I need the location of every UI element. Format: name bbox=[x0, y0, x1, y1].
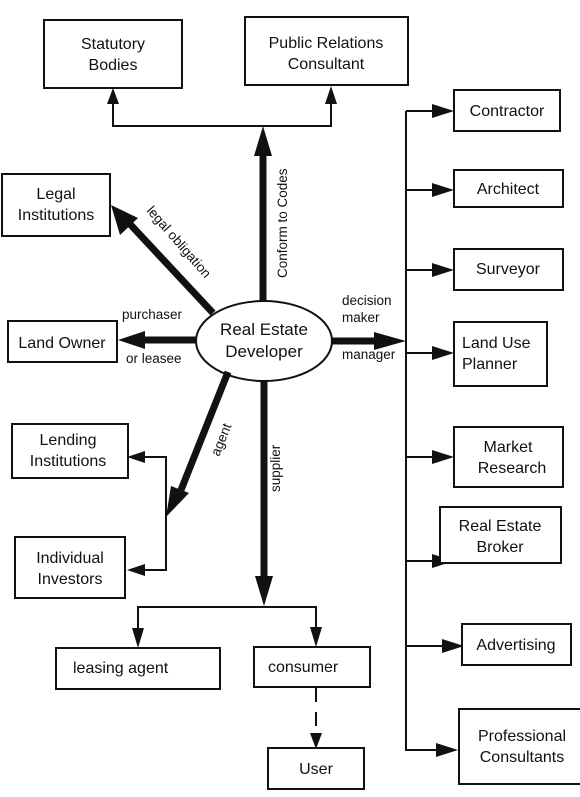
edge-label-maker: maker bbox=[342, 310, 380, 325]
edge-consumer-to-user bbox=[310, 688, 322, 749]
edge-agent: agent bbox=[166, 370, 235, 517]
node-label-line: Surveyor bbox=[476, 261, 541, 278]
node-surveyor: Surveyor bbox=[453, 248, 564, 291]
arrowhead bbox=[132, 628, 144, 648]
node-label-line: consumer bbox=[268, 659, 339, 676]
node-label-line: Lending bbox=[40, 432, 97, 449]
arrowhead bbox=[442, 639, 464, 653]
edge-label-purchaser: purchaser bbox=[122, 307, 183, 322]
arrowhead bbox=[310, 733, 322, 749]
arrowhead bbox=[107, 88, 119, 104]
node-label-line: Investors bbox=[38, 571, 103, 588]
edge-label-agent: agent bbox=[208, 421, 235, 458]
arrowhead bbox=[254, 126, 272, 156]
node-label-line: Land Use bbox=[462, 335, 531, 352]
edge-label-decision: decision bbox=[342, 293, 392, 308]
arrowhead bbox=[432, 450, 454, 464]
edge-purchaser-or-leasee: purchaser or leasee bbox=[118, 307, 196, 366]
node-statutory-bodies: Statutory Bodies bbox=[43, 19, 183, 89]
node-label-line: Advertising bbox=[476, 637, 555, 654]
arrowhead bbox=[432, 183, 454, 197]
node-label-line: Planner bbox=[462, 356, 518, 373]
node-advertising: Advertising bbox=[461, 623, 572, 666]
node-label-line: Real Estate bbox=[220, 320, 308, 339]
node-leasing-agent: leasing agent bbox=[55, 647, 221, 690]
node-individual-investors: Individual Investors bbox=[14, 536, 126, 599]
edge-label-supplier: supplier bbox=[268, 444, 283, 492]
node-label-line: Real Estate bbox=[459, 518, 542, 535]
edge-supplier: supplier bbox=[255, 381, 283, 606]
node-label-line: Statutory bbox=[81, 36, 145, 53]
arrowhead bbox=[432, 263, 454, 277]
edge-label-conform-to-codes: Conform to Codes bbox=[275, 168, 290, 278]
arrowhead bbox=[436, 743, 458, 757]
edge-label-or-leasee: or leasee bbox=[126, 351, 182, 366]
arrowhead bbox=[310, 627, 322, 647]
arrowhead bbox=[432, 104, 454, 118]
node-land-owner: Land Owner bbox=[7, 320, 118, 363]
node-label-line: Land Owner bbox=[18, 335, 106, 352]
node-label-line: Institutions bbox=[18, 207, 94, 224]
connector-agent-split bbox=[127, 451, 167, 576]
node-consumer: consumer bbox=[253, 646, 371, 688]
node-label-line: Bodies bbox=[89, 57, 138, 74]
node-label-line: Architect bbox=[477, 181, 540, 198]
connector-top-split bbox=[107, 86, 337, 127]
node-contractor: Contractor bbox=[453, 89, 561, 132]
arrowhead bbox=[127, 451, 145, 463]
node-legal-institutions: Legal Institutions bbox=[1, 173, 111, 237]
node-label-line: Institutions bbox=[30, 453, 106, 470]
node-market-research: Market Research bbox=[453, 426, 564, 488]
node-label-line: leasing agent bbox=[73, 660, 169, 677]
arrowhead bbox=[127, 564, 145, 576]
edge-label-manager: manager bbox=[342, 347, 396, 362]
node-label-line: Consultants bbox=[480, 749, 565, 766]
node-label-line: Public Relations bbox=[269, 35, 384, 52]
node-label-line: Developer bbox=[225, 342, 303, 361]
node-label-line: Broker bbox=[476, 539, 524, 556]
edge-conform-to-codes: Conform to Codes bbox=[254, 126, 290, 308]
node-public-relations-consultant: Public Relations Consultant bbox=[244, 16, 409, 86]
real-estate-developer-diagram: Statutory Bodies Public Relations Consul… bbox=[1, 16, 580, 790]
node-real-estate-broker: Real Estate Broker bbox=[439, 506, 562, 564]
node-professional-consultants: Professional Consultants bbox=[458, 708, 580, 785]
edge-legal-obligation: legal obligation bbox=[111, 203, 216, 316]
node-label-line: Contractor bbox=[470, 103, 545, 120]
node-architect: Architect bbox=[453, 169, 564, 208]
arrowhead bbox=[118, 331, 145, 349]
arrowhead bbox=[166, 486, 189, 517]
connector-bottom-split bbox=[132, 606, 322, 648]
node-label-line: Professional bbox=[478, 728, 566, 745]
node-label-line: User bbox=[299, 761, 333, 778]
edge-label-legal-obligation: legal obligation bbox=[144, 203, 214, 281]
node-label-line: Consultant bbox=[288, 56, 365, 73]
node-user: User bbox=[267, 747, 365, 790]
node-label-line: Research bbox=[478, 460, 546, 477]
node-land-use-planner: Land Use Planner bbox=[453, 321, 548, 387]
node-label-line: Legal bbox=[36, 186, 75, 203]
node-label-line: Market bbox=[484, 439, 533, 456]
edge-decision-maker-manager: decision maker manager bbox=[332, 293, 406, 362]
node-real-estate-developer: Real Estate Developer bbox=[195, 300, 333, 382]
arrowhead bbox=[255, 576, 273, 606]
node-label-line: Individual bbox=[36, 550, 104, 567]
node-lending-institutions: Lending Institutions bbox=[11, 423, 129, 479]
arrowhead bbox=[325, 86, 337, 104]
arrowhead bbox=[432, 346, 454, 360]
